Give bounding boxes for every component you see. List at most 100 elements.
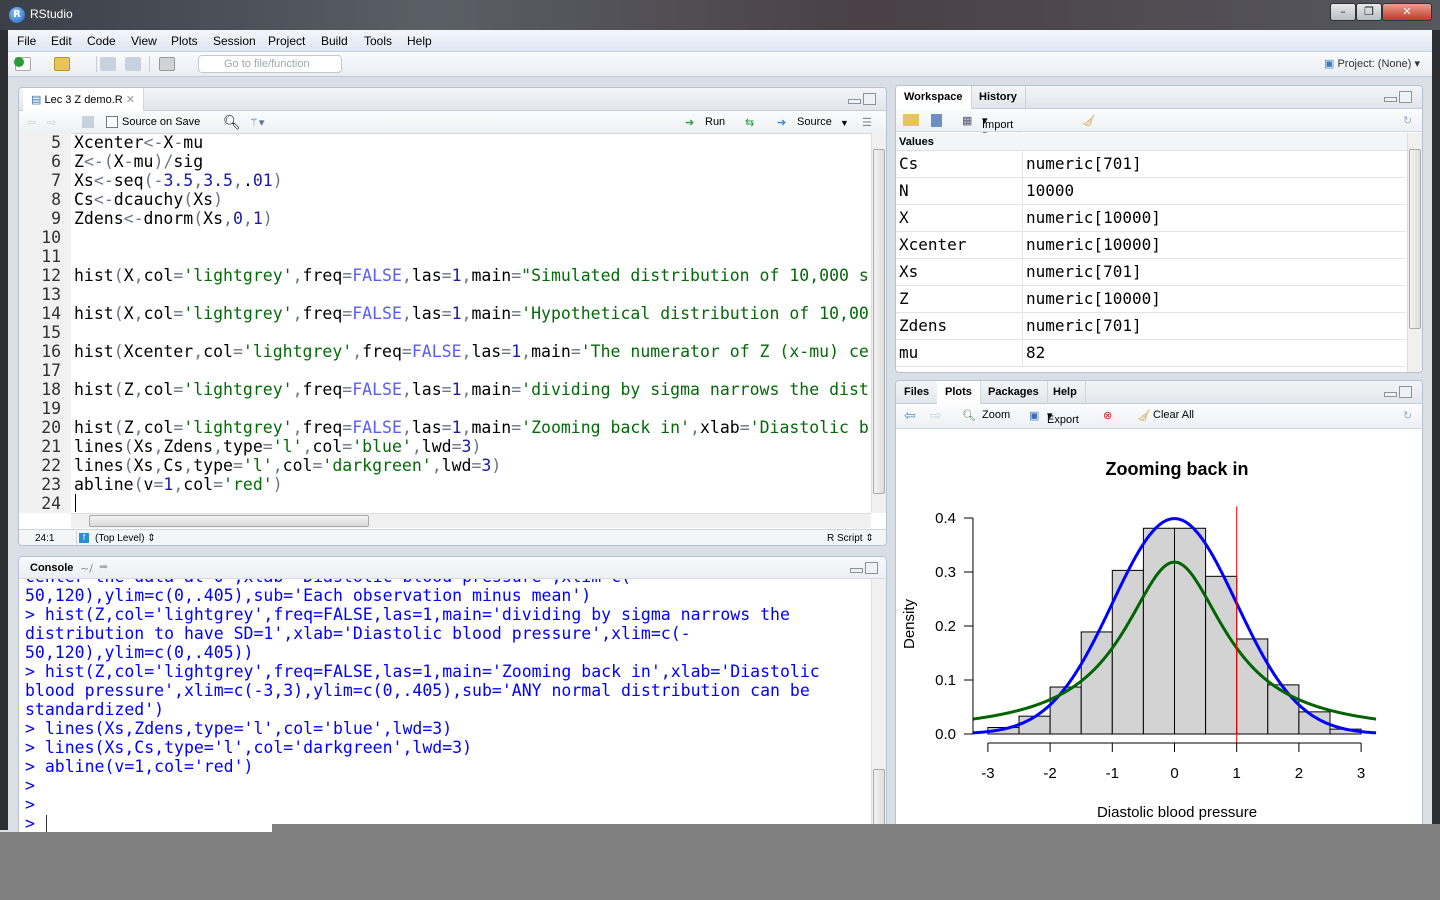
menu-code[interactable]: Code xyxy=(87,34,116,48)
code-line[interactable]: abline(v=1,col='red') xyxy=(74,475,870,494)
run-button[interactable]: Run xyxy=(705,116,725,128)
code-line[interactable]: hist(Z,col='lightgrey',freq=FALSE,las=1,… xyxy=(74,380,870,399)
code-line[interactable] xyxy=(74,323,870,342)
export-button[interactable]: Export ▾ xyxy=(1047,409,1079,426)
code-line[interactable] xyxy=(74,285,870,304)
previous-plot-icon[interactable]: ⇦ xyxy=(904,407,916,424)
workspace-row[interactable]: Cs numeric[701] xyxy=(896,151,1406,178)
workspace-row[interactable]: Zdens numeric[701] xyxy=(896,313,1406,340)
scope-selector[interactable]: (Top Level) ⇕ xyxy=(95,533,156,544)
code-line[interactable]: hist(Xcenter,col='lightgrey',freq=FALSE,… xyxy=(74,342,870,361)
open-file-icon[interactable] xyxy=(54,57,70,71)
code-line[interactable]: Zdens<-dnorm(Xs,0,1) xyxy=(74,209,870,228)
code-line[interactable]: hist(Z,col='lightgrey',freq=FALSE,las=1,… xyxy=(74,418,870,437)
workspace-scrollbar[interactable] xyxy=(1407,133,1422,372)
print-icon[interactable] xyxy=(159,57,175,71)
line-number: 10 xyxy=(41,228,71,247)
rerun-icon[interactable]: ⇆ xyxy=(745,116,754,129)
menu-file[interactable]: File xyxy=(17,34,36,48)
code-line[interactable] xyxy=(74,247,870,266)
workspace-row[interactable]: Xnumeric[10000] xyxy=(896,205,1406,232)
close-button[interactable]: ✕ xyxy=(1382,3,1432,21)
code-line[interactable]: Xcenter<-X-mu xyxy=(74,133,870,152)
save-all-icon[interactable] xyxy=(125,57,141,71)
tab-files[interactable]: Files xyxy=(896,381,939,404)
pane-min-max[interactable] xyxy=(848,93,878,107)
save-workspace-icon[interactable] xyxy=(931,114,942,127)
x-tick-label: 3 xyxy=(1357,765,1365,782)
search-icon[interactable]: 🔍︎ xyxy=(223,114,241,131)
code-line[interactable]: lines(Xs,Cs,type='l',col='darkgreen',lwd… xyxy=(74,456,870,475)
menu-session[interactable]: Session xyxy=(213,34,256,48)
code-line[interactable]: Cs<-dcauchy(Xs) xyxy=(74,190,870,209)
menu-edit[interactable]: Edit xyxy=(51,34,72,48)
code-line[interactable] xyxy=(74,494,870,513)
console-header: Console ~/ ➦ xyxy=(19,557,886,579)
broom-icon[interactable]: 🧹︎ xyxy=(1082,114,1096,127)
save-icon[interactable] xyxy=(82,116,94,128)
zoom-button[interactable]: Zoom xyxy=(982,409,1010,421)
code-line[interactable] xyxy=(74,361,870,380)
pane-min-max[interactable] xyxy=(1384,386,1414,400)
remove-plot-icon[interactable]: ⊗ xyxy=(1103,409,1112,422)
tab-history[interactable]: History xyxy=(971,86,1026,109)
editor-horizontal-scrollbar[interactable] xyxy=(71,513,871,528)
console-line: distribution to have SD=1',xlab='Diastol… xyxy=(25,624,691,643)
new-file-icon[interactable] xyxy=(14,57,31,71)
code-line[interactable] xyxy=(74,228,870,247)
clear-all-button[interactable]: Clear All xyxy=(1153,409,1194,421)
go-to-file-input[interactable]: Go to file/function xyxy=(198,55,342,73)
load-workspace-icon[interactable] xyxy=(903,114,919,126)
save-icon[interactable] xyxy=(100,57,116,71)
tab-plots[interactable]: Plots xyxy=(937,381,981,405)
pane-min-max[interactable] xyxy=(1384,91,1414,105)
text-cursor xyxy=(75,494,76,512)
minimize-button[interactable]: – xyxy=(1330,3,1356,21)
refresh-icon[interactable]: ↻ xyxy=(1403,114,1412,127)
console-scrollbar[interactable] xyxy=(871,579,886,845)
menu-help[interactable]: Help xyxy=(407,34,432,48)
tab-workspace[interactable]: Workspace xyxy=(896,86,972,110)
chart-title: Zooming back in xyxy=(1105,459,1248,479)
code-editor[interactable]: Xcenter<-X-mu Z<-(X-mu)/sig Xs<-seq(-3.5,3… xyxy=(74,133,870,513)
workspace-row[interactable]: N 10000 xyxy=(896,178,1406,205)
menu-tools[interactable]: Tools xyxy=(364,34,392,48)
menu-build[interactable]: Build xyxy=(321,34,348,48)
maximize-button[interactable]: ❐ xyxy=(1356,3,1382,21)
tab-help[interactable]: Help xyxy=(1045,381,1086,404)
tab-lec3-z-demo[interactable]: ▤ Lec 3 Z demo.R ✕ xyxy=(23,88,144,112)
source-on-save-checkbox[interactable] xyxy=(106,116,118,128)
menu-plots[interactable]: Plots xyxy=(171,34,198,48)
code-line[interactable] xyxy=(74,399,870,418)
workspace-row[interactable]: Znumeric[10000] xyxy=(896,286,1406,313)
back-icon[interactable]: ⇦ xyxy=(27,116,36,129)
magic-wand-icon[interactable]: ⚚▾ xyxy=(249,116,264,129)
code-line[interactable]: Z<-(X-mu)/sig xyxy=(74,152,870,171)
project-menu[interactable]: ▣ Project: (None) ▾ xyxy=(1324,57,1420,70)
forward-icon[interactable]: ⇨ xyxy=(47,116,56,129)
pane-min-max[interactable] xyxy=(850,562,880,576)
go-to-directory-icon[interactable]: ➦ xyxy=(99,560,108,573)
tab-packages[interactable]: Packages xyxy=(980,381,1048,404)
file-type-selector[interactable]: R Script ⇕ xyxy=(827,533,874,544)
source-button[interactable]: Source xyxy=(797,116,832,128)
x-tick-label: -3 xyxy=(981,765,994,782)
console-output[interactable]: center the data at 0',xlab='Diastolic bl… xyxy=(25,579,871,845)
menu-view[interactable]: View xyxy=(131,34,157,48)
menu-project[interactable]: Project xyxy=(268,34,305,48)
outline-icon[interactable]: ☰ xyxy=(862,116,872,129)
source-dropdown-icon[interactable]: ▼ xyxy=(840,118,849,128)
close-tab-icon[interactable]: ✕ xyxy=(126,94,135,106)
code-line[interactable]: lines(Xs,Zdens,type='l',col='blue',lwd=3… xyxy=(74,437,870,456)
next-plot-icon[interactable]: ⇨ xyxy=(930,407,942,424)
editor-vertical-scrollbar[interactable] xyxy=(871,133,886,513)
editor-pane: ▤ Lec 3 Z demo.R ✕ ⇦ ⇨ Source on Save 🔍︎… xyxy=(18,87,887,546)
code-line[interactable]: hist(X,col='lightgrey',freq=FALSE,las=1,… xyxy=(74,266,870,285)
workspace-row[interactable]: mu 82 xyxy=(896,340,1406,367)
workspace-row[interactable]: Xs numeric[701] xyxy=(896,259,1406,286)
code-line[interactable]: Xs<-seq(-3.5,3.5,.01) xyxy=(74,171,870,190)
refresh-icon[interactable]: ↻ xyxy=(1403,409,1412,422)
import-dataset-button[interactable]: Import Dataset▾ xyxy=(982,114,1020,143)
code-line[interactable]: hist(X,col='lightgrey',freq=FALSE,las=1,… xyxy=(74,304,870,323)
workspace-row[interactable]: Xcenter numeric[10000] xyxy=(896,232,1406,259)
